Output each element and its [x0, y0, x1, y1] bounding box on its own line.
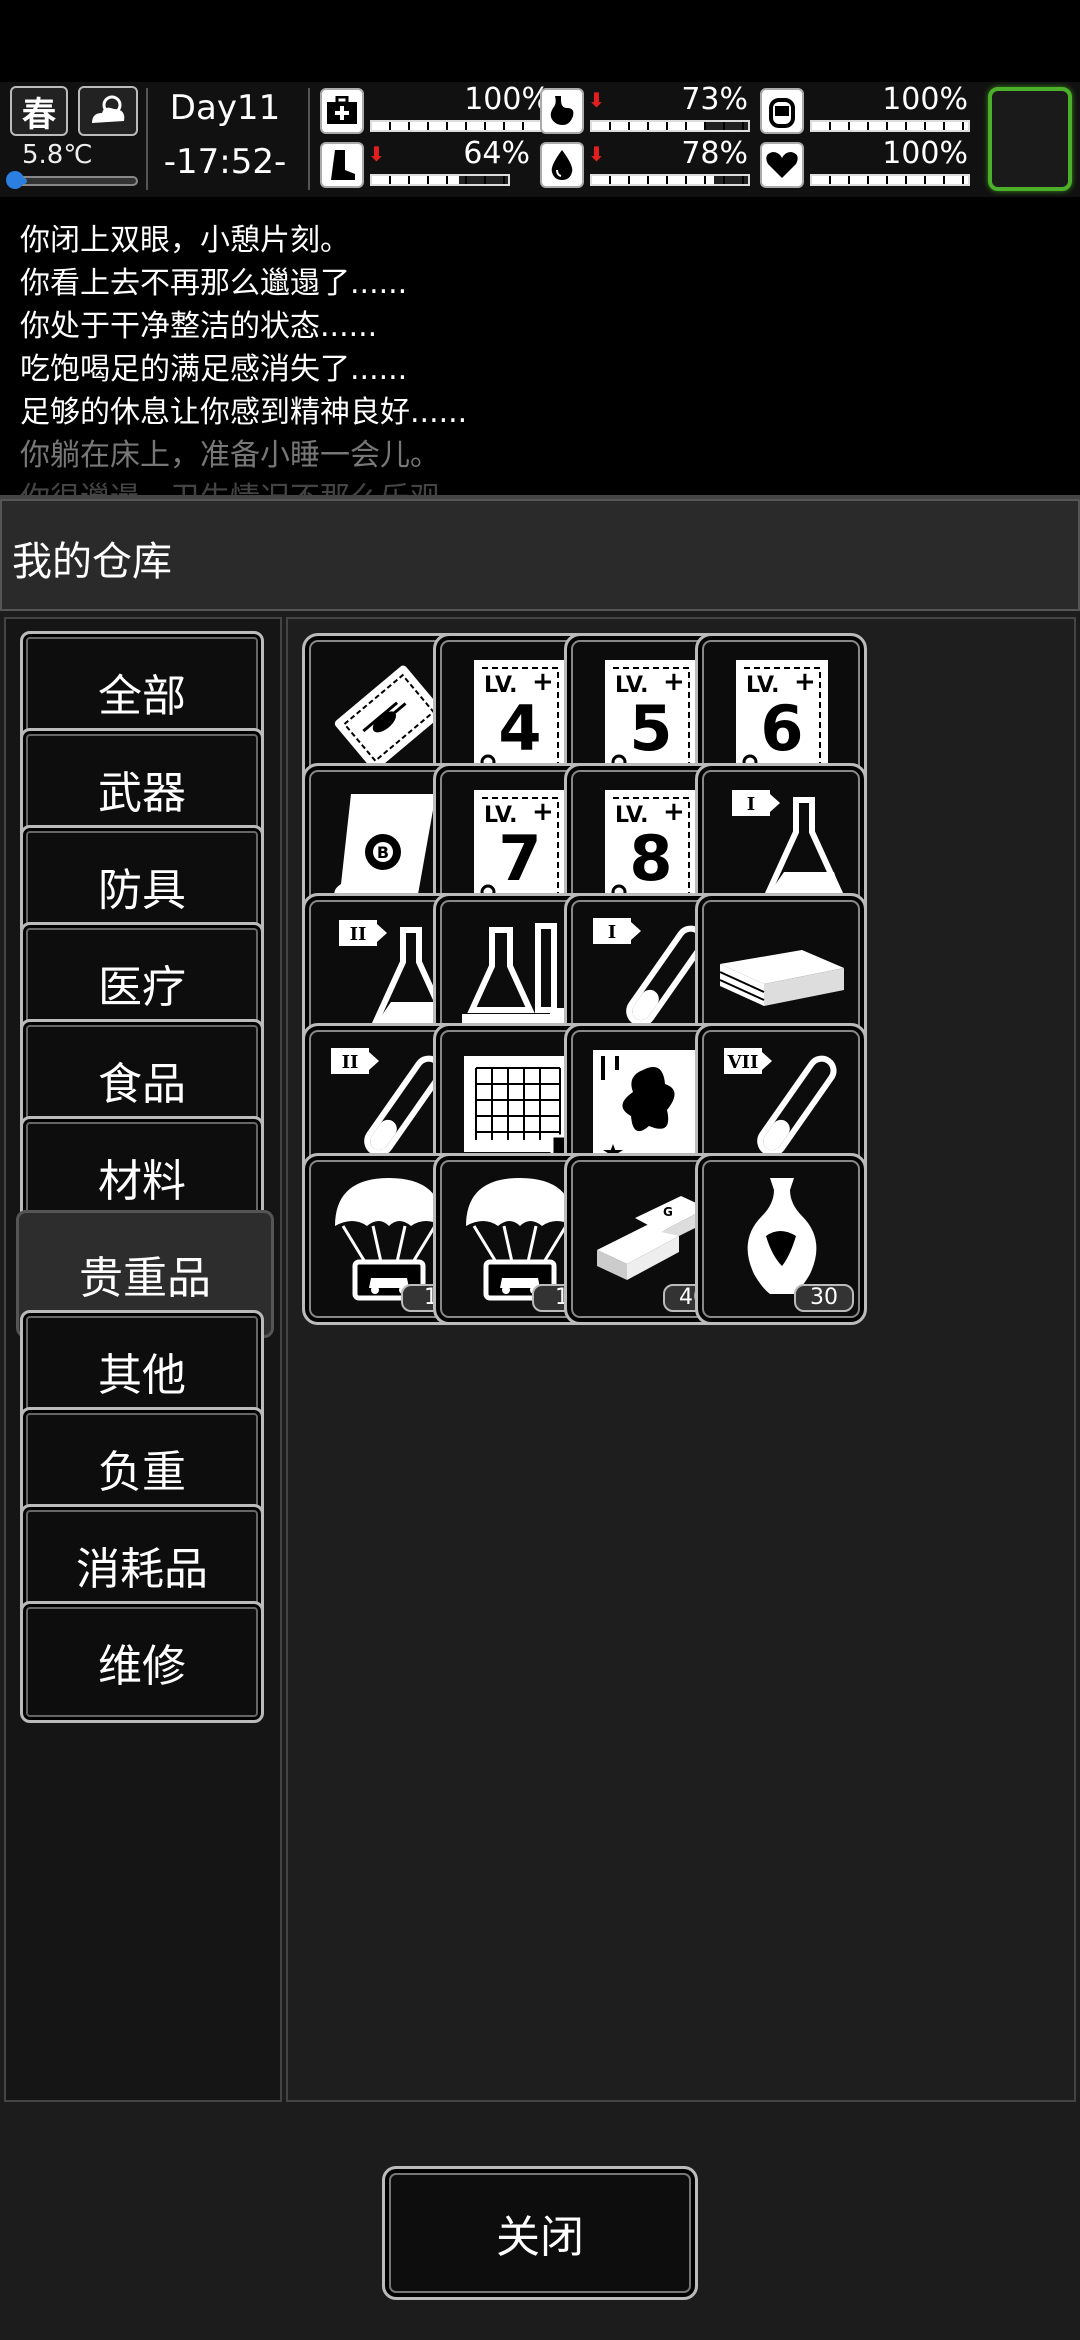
log-line: 你看上去不再那么邋遢了......	[20, 266, 408, 301]
stat-stamina: ⬇ 64%	[320, 136, 532, 190]
svg-text:VII: VII	[727, 1052, 759, 1073]
svg-text:6: 6	[760, 692, 803, 765]
stat-bar	[590, 174, 750, 186]
stat-bar	[370, 120, 560, 132]
boot-icon	[320, 142, 364, 188]
panel-title: 我的仓库	[0, 499, 1080, 611]
stat-thirst: ⬇ 78%	[540, 136, 750, 190]
water-drop-icon	[540, 142, 584, 188]
log-line: 足够的休息让你感到精神良好......	[20, 395, 468, 430]
svg-text:8: 8	[629, 822, 672, 895]
game-clock: -17:52-	[163, 142, 287, 182]
equipped-item-slot[interactable]	[988, 87, 1072, 191]
thermometer-icon	[6, 171, 24, 189]
category-repair[interactable]: 维修	[20, 1601, 264, 1723]
decrease-arrow-icon: ⬇	[368, 142, 385, 166]
stat-value: 100%	[882, 82, 968, 117]
svg-text:B: B	[377, 843, 389, 862]
stat-value: 78%	[681, 136, 748, 171]
item-grid: 5LV.+45LV.+59LV.+67B2LV.+73LV.+82I20II10…	[286, 617, 1076, 2102]
log-line: 你很邋遢，卫生情况不那么乐观	[20, 477, 1080, 495]
svg-text:II: II	[342, 1052, 359, 1073]
decrease-arrow-icon: ⬇	[588, 88, 605, 112]
stat-value: 73%	[681, 82, 748, 117]
stat-mood: 100%	[760, 136, 970, 190]
log-line: 吃饱喝足的满足感消失了......	[20, 352, 408, 387]
log-line: 你闭上双眼，小憩片刻。	[20, 223, 350, 258]
stat-health: 100%	[320, 82, 560, 136]
soap-icon	[760, 88, 804, 134]
svg-text:5: 5	[629, 692, 672, 765]
svg-text:I: I	[747, 794, 755, 815]
heart-icon	[760, 142, 804, 188]
close-button[interactable]: 关闭	[382, 2166, 698, 2300]
stat-bar	[810, 120, 970, 132]
stat-hygiene: 100%	[760, 82, 970, 136]
stat-hunger: ⬇ 73%	[540, 82, 750, 136]
temperature-bar	[6, 171, 138, 189]
stat-bar	[810, 174, 970, 186]
day-counter: Day11	[169, 88, 281, 128]
log-line: 你处于干净整洁的状态......	[20, 309, 378, 344]
message-log: 你闭上双眼，小憩片刻。 你看上去不再那么邋遢了...... 你处于干净整洁的状态…	[0, 205, 1080, 495]
svg-text:I: I	[608, 922, 616, 943]
category-list[interactable]: 全部 武器 防具 医疗 食品 材料 贵重品 其他 负重 消耗品 维修	[4, 617, 282, 2102]
log-line: 你躺在床上，准备小睡一会儿。	[20, 438, 440, 473]
stat-value: 64%	[463, 136, 530, 171]
game-screen: 春 5.8℃ Day11 -17:52- 100% ⬇ 73% 100% ⬇ 6…	[0, 0, 1080, 2340]
decrease-arrow-icon: ⬇	[588, 142, 605, 166]
season-badge: 春	[10, 86, 68, 136]
stomach-icon	[540, 88, 584, 134]
temperature-readout: 5.8℃	[22, 140, 93, 170]
svg-text:7: 7	[498, 822, 541, 895]
divider	[308, 88, 310, 190]
divider	[146, 88, 148, 190]
weather-icon	[78, 86, 138, 136]
inventory-item[interactable]: 30	[695, 1153, 867, 1325]
stat-bar	[370, 174, 510, 186]
item-count: 30	[794, 1284, 854, 1312]
status-bar: 春 5.8℃ Day11 -17:52- 100% ⬇ 73% 100% ⬇ 6…	[0, 82, 1080, 197]
stat-bar	[590, 120, 750, 132]
warehouse-panel: 我的仓库 全部 武器 防具 医疗 食品 材料 贵重品 其他 负重 消耗品 维修 …	[0, 495, 1080, 2340]
svg-text:II: II	[350, 924, 367, 945]
svg-text:G: G	[663, 1205, 673, 1219]
stat-value: 100%	[464, 82, 550, 117]
svg-text:4: 4	[498, 692, 541, 765]
medkit-icon	[320, 88, 364, 134]
stat-value: 100%	[882, 136, 968, 171]
